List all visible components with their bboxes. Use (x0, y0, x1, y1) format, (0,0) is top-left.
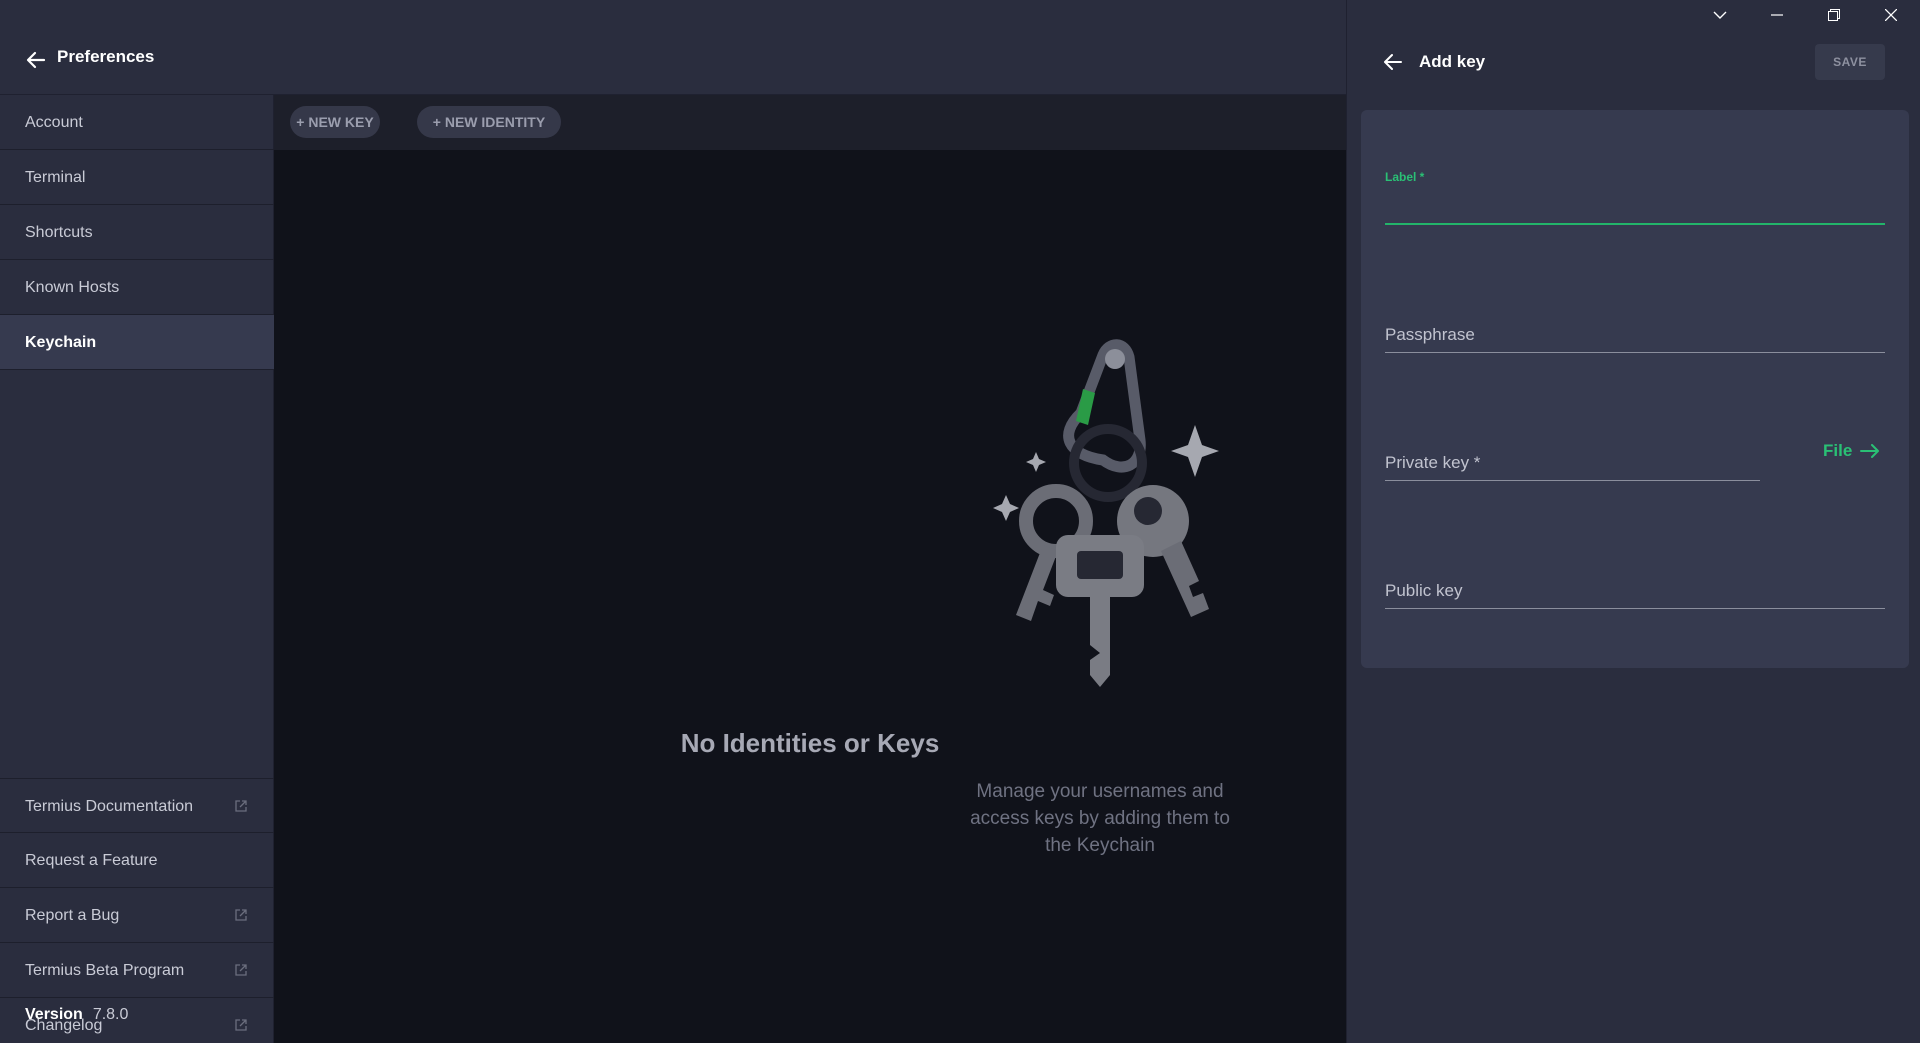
sidebar-link-label: Report a Bug (25, 907, 120, 924)
public-key-field[interactable] (1385, 608, 1885, 609)
external-link-icon (235, 1019, 247, 1031)
sidebar-item-shortcuts[interactable]: Shortcuts (0, 205, 274, 260)
sidebar-link-label: Request a Feature (25, 852, 158, 869)
sidebar-item-terminal[interactable]: Terminal (0, 150, 274, 205)
sidebar-link-beta-program[interactable]: Termius Beta Program (0, 943, 274, 998)
sidebar-link-request-feature[interactable]: Request a Feature (0, 833, 274, 888)
sidebar-item-known-hosts[interactable]: Known Hosts (0, 260, 274, 315)
sidebar-item-account[interactable]: Account (0, 95, 274, 150)
sidebar-item-label: Terminal (25, 169, 86, 186)
new-identity-button[interactable]: + NEW IDENTITY (417, 106, 561, 138)
panel-title: Add key (1419, 52, 1486, 71)
sidebar-item-label: Known Hosts (25, 279, 120, 296)
new-key-button[interactable]: + NEW KEY (290, 106, 380, 138)
back-arrow-icon[interactable] (24, 48, 48, 72)
external-link-icon (235, 909, 247, 921)
sidebar-link-label: Termius Beta Program (25, 962, 185, 979)
empty-state-description: Manage your usernames and access keys by… (970, 781, 1230, 856)
version-label: Version (25, 1006, 83, 1023)
keychain-illustration (993, 339, 1219, 687)
label-underline (1385, 223, 1885, 225)
passphrase-label: Passphrase (1385, 325, 1475, 344)
external-link-icon (235, 800, 247, 812)
sidebar-item-label: Shortcuts (25, 224, 93, 241)
version-info: Version 7.8.0 (25, 1006, 128, 1024)
sidebar-link-label: Termius Documentation (25, 798, 194, 815)
add-key-form: Label * Passphrase Private key * File Pu… (1361, 110, 1909, 668)
keychain-main: + NEW KEY + NEW IDENTITY No Identities o… (274, 95, 1346, 1043)
version-value: 7.8.0 (92, 1006, 129, 1023)
sidebar-item-label: Account (25, 114, 83, 131)
sidebar-link-report-bug[interactable]: Report a Bug (0, 888, 274, 943)
preferences-header: Preferences (0, 0, 1346, 95)
keychain-toolbar: + NEW KEY + NEW IDENTITY (274, 95, 1346, 150)
private-key-label: Private key * (1385, 453, 1481, 472)
page-title: Preferences (57, 47, 155, 66)
sidebar-item-label: Keychain (25, 334, 97, 351)
file-button-label: File (1823, 441, 1853, 460)
app-window: Preferences Account Terminal Shortcuts K… (0, 0, 1920, 1043)
close-icon[interactable] (1868, 0, 1914, 30)
empty-state-title: No Identities or Keys (680, 728, 940, 758)
sidebar-item-keychain[interactable]: Keychain (0, 315, 274, 370)
save-button[interactable]: SAVE (1815, 44, 1885, 80)
minimize-icon[interactable] (1754, 0, 1800, 30)
back-arrow-icon[interactable] (1381, 50, 1405, 74)
arrow-right-icon (1860, 444, 1880, 458)
label-input[interactable] (1385, 190, 1885, 220)
chevron-down-icon[interactable] (1697, 0, 1743, 30)
private-key-field[interactable] (1385, 480, 1760, 481)
public-key-label: Public key (1385, 581, 1463, 600)
file-button[interactable]: File (1823, 441, 1880, 461)
label-field-label: Label * (1385, 170, 1425, 184)
external-link-icon (235, 964, 247, 976)
add-key-panel: Add key SAVE Label * Passphrase Private … (1346, 0, 1920, 1043)
sidebar: Account Terminal Shortcuts Known Hosts K… (0, 95, 274, 1043)
restore-icon[interactable] (1811, 0, 1857, 30)
passphrase-field[interactable] (1385, 352, 1885, 353)
sidebar-link-documentation[interactable]: Termius Documentation (0, 778, 274, 833)
